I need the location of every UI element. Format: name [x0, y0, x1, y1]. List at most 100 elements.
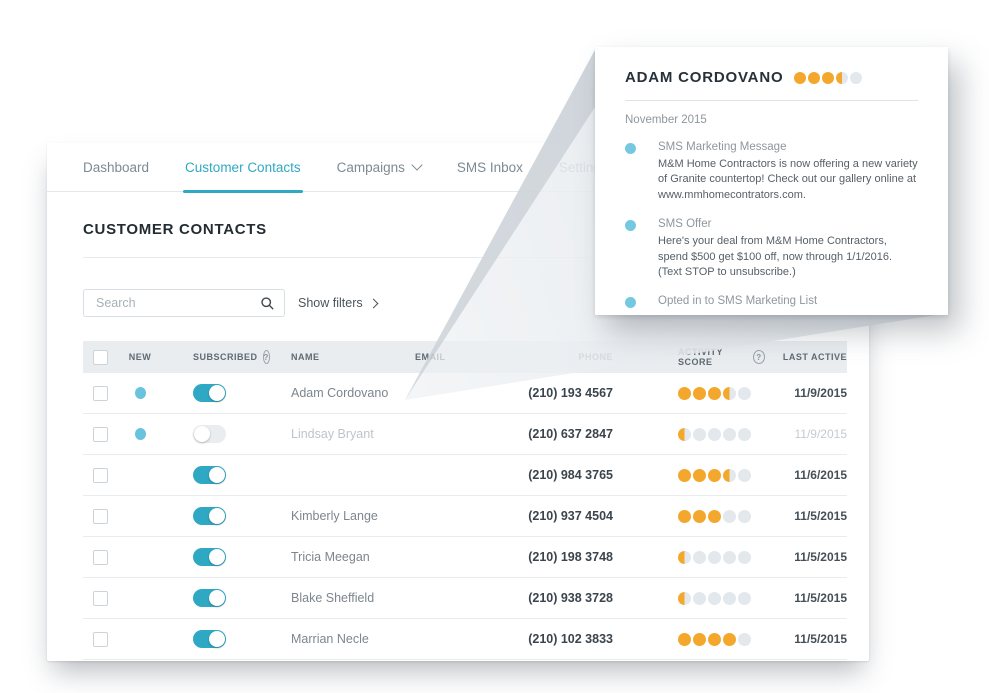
cell-activity-score: [653, 592, 765, 605]
subscribed-toggle[interactable]: [193, 466, 226, 484]
nav-tab-sms-inbox[interactable]: SMS Inbox: [457, 143, 523, 191]
search-icon[interactable]: [260, 296, 275, 311]
subscribed-toggle[interactable]: [193, 507, 226, 525]
score-dot-empty: [738, 551, 751, 564]
select-all-checkbox[interactable]: [93, 350, 108, 365]
row-checkbox[interactable]: [93, 550, 108, 565]
score-dot-full: [808, 72, 820, 84]
contact-name: Lindsay Bryant: [291, 427, 374, 441]
column-header-label: EMAIL: [415, 352, 446, 362]
activity-score-dots: [678, 469, 751, 482]
score-dot-empty: [693, 428, 706, 441]
row-checkbox[interactable]: [93, 591, 108, 606]
row-checkbox[interactable]: [93, 509, 108, 524]
cell-last-active: 11/5/2015: [765, 591, 847, 605]
score-dot-full: [693, 510, 706, 523]
column-header-label: LAST ACTIVE: [783, 352, 847, 362]
last-active-date: 11/9/2015: [795, 427, 848, 441]
score-dot-empty: [850, 72, 862, 84]
popup-activity-score: [794, 72, 862, 84]
cell-select: [83, 427, 117, 442]
help-icon[interactable]: ?: [753, 350, 765, 364]
column-header-phone: PHONE: [533, 352, 653, 362]
search-box[interactable]: [83, 289, 285, 317]
column-header-last_active: LAST ACTIVE: [765, 352, 847, 362]
last-active-date: 11/5/2015: [794, 632, 847, 646]
activity-score-dots: [678, 592, 751, 605]
row-checkbox[interactable]: [93, 468, 108, 483]
column-header-label: ACTIVITY SCORE: [678, 347, 748, 367]
last-active-date: 11/6/2015: [794, 468, 847, 482]
row-checkbox[interactable]: [93, 427, 108, 442]
column-header-label: PHONE: [578, 352, 613, 362]
row-checkbox[interactable]: [93, 386, 108, 401]
score-dot-full: [678, 469, 691, 482]
table-row: Marrian Necle(210) 102 383311/5/2015: [83, 619, 847, 660]
cell-activity-score: [653, 428, 765, 441]
column-header-label: NEW: [129, 352, 152, 362]
toggle-knob: [194, 426, 210, 442]
toggle-knob: [209, 590, 225, 606]
cell-subscribed: [163, 630, 263, 648]
cell-select: [83, 632, 117, 647]
popup-item-title: Opted in to SMS Marketing List: [658, 295, 817, 307]
column-header-label: NAME: [291, 352, 320, 362]
popup-month-label: November 2015: [625, 114, 918, 126]
cell-name: Lindsay Bryant: [263, 427, 387, 441]
table-row: Tricia Meegan(210) 198 374811/5/2015: [83, 537, 847, 578]
subscribed-toggle[interactable]: [193, 384, 226, 402]
popup-item-title: SMS Marketing Message: [658, 141, 918, 153]
subscribed-toggle[interactable]: [193, 548, 226, 566]
nav-tab-label: Campaigns: [337, 160, 405, 175]
cell-subscribed: [163, 425, 263, 443]
toggle-knob: [209, 467, 225, 483]
contact-phone: (210) 984 3765: [528, 468, 613, 482]
toggle-knob: [209, 549, 225, 565]
show-filters-link[interactable]: Show filters: [298, 296, 377, 310]
cell-subscribed: [163, 507, 263, 525]
contacts-table: NEW SUBSCRIBED? NAME EMAIL PHONE ACTIVITY SCO…: [83, 341, 847, 660]
contact-phone: (210) 637 2847: [528, 427, 613, 441]
nav-tab-dashboard[interactable]: Dashboard: [83, 143, 149, 191]
cell-activity-score: [653, 633, 765, 646]
score-dot-empty: [723, 551, 736, 564]
toggle-knob: [209, 508, 225, 524]
bullet-icon: [625, 297, 636, 308]
popup-activity-list: SMS Marketing MessageM&M Home Contractor…: [625, 141, 918, 308]
cell-phone: (210) 102 3833: [533, 632, 653, 646]
score-dot-half: [678, 551, 691, 564]
cell-new: [117, 387, 163, 399]
subscribed-toggle[interactable]: [193, 589, 226, 607]
score-dot-empty: [723, 428, 736, 441]
cell-activity-score: [653, 387, 765, 400]
cell-name: Blake Sheffield: [263, 591, 387, 605]
contact-phone: (210) 938 3728: [528, 591, 613, 605]
cell-name: Adam Cordovano: [263, 386, 387, 400]
cell-new: [117, 428, 163, 440]
score-dot-half: [678, 428, 691, 441]
score-dot-empty: [723, 510, 736, 523]
score-dot-full: [708, 633, 721, 646]
nav-tab-customer-contacts[interactable]: Customer Contacts: [185, 143, 301, 191]
column-header-label: SUBSCRIBED: [193, 352, 258, 362]
cell-last-active: 11/9/2015: [765, 386, 847, 400]
last-active-date: 11/5/2015: [794, 509, 847, 523]
popup-activity-item: SMS OfferHere's your deal from M&M Home …: [625, 218, 918, 280]
subscribed-toggle[interactable]: [193, 425, 226, 443]
table-row: Adam Cordovano(210) 193 456711/9/2015: [83, 373, 847, 414]
row-checkbox[interactable]: [93, 632, 108, 647]
score-dot-empty: [693, 551, 706, 564]
nav-tab-campaigns[interactable]: Campaigns: [337, 143, 421, 191]
score-dot-half: [723, 387, 736, 400]
cell-subscribed: [163, 384, 263, 402]
score-dot-full: [822, 72, 834, 84]
search-input[interactable]: [94, 295, 260, 311]
last-active-date: 11/5/2015: [794, 591, 847, 605]
score-dot-empty: [738, 592, 751, 605]
last-active-date: 11/9/2015: [794, 386, 847, 400]
score-dot-half: [836, 72, 848, 84]
score-dot-full: [693, 633, 706, 646]
column-header-new: NEW: [117, 352, 163, 362]
subscribed-toggle[interactable]: [193, 630, 226, 648]
popup-item-content: Opted in to SMS Marketing List: [658, 295, 817, 308]
